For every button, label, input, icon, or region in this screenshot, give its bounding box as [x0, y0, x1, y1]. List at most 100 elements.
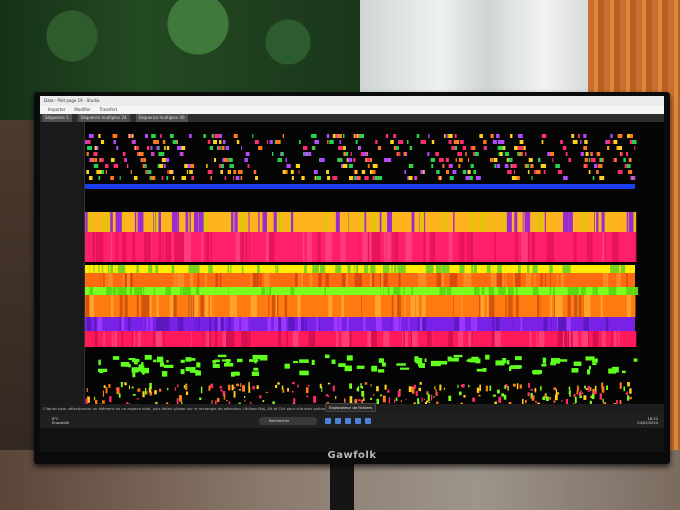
- noise-tick: [568, 386, 571, 391]
- band-stripe: [417, 232, 424, 262]
- noise-tick: [574, 396, 577, 403]
- band-stripe: [475, 212, 480, 232]
- file-explorer-icon[interactable]: [325, 418, 331, 424]
- band-stripe: [539, 295, 541, 317]
- taskbar: 8°C Ensoleillé Rechercher 18:52 04/02/20…: [40, 414, 664, 428]
- band-stripe: [497, 273, 503, 287]
- ribbon-item-modifier[interactable]: Modifier: [74, 106, 90, 114]
- ribbon-item-transfert[interactable]: Transfert: [100, 106, 118, 114]
- mail-icon[interactable]: [345, 418, 351, 424]
- noise-tick: [601, 382, 604, 389]
- green-block: [633, 358, 638, 362]
- noise-tick: [629, 396, 632, 400]
- sparse-mark: [407, 176, 409, 180]
- band-stripe: [544, 212, 546, 232]
- sparse-mark: [221, 164, 224, 168]
- noise-tick: [623, 386, 626, 392]
- band-stripe: [538, 232, 545, 262]
- band-stripe: [594, 212, 597, 232]
- sparse-mark: [86, 170, 89, 174]
- band-stripe: [496, 232, 500, 262]
- band-stripe: [129, 295, 135, 317]
- band-stripe: [278, 331, 282, 347]
- noise-tick: [583, 395, 587, 400]
- sparse-mark: [354, 176, 356, 180]
- band-stripe: [369, 295, 376, 317]
- weather-widget[interactable]: 8°C Ensoleillé: [52, 417, 122, 425]
- sparse-mark: [549, 152, 555, 156]
- band-stripe: [474, 273, 480, 287]
- sparse-mark: [241, 146, 243, 150]
- noise-tick: [376, 386, 379, 392]
- sparse-mark: [588, 170, 591, 174]
- band-stripe: [371, 331, 377, 347]
- sparse-mark: [524, 152, 527, 156]
- tab-sequence-24[interactable]: Séquence multiplex 24: [77, 114, 130, 122]
- band-stripe: [142, 287, 147, 295]
- green-block: [97, 368, 108, 373]
- noise-tick: [361, 386, 364, 389]
- band-stripe: [338, 287, 341, 295]
- green-block: [159, 362, 165, 367]
- band-stripe: [210, 232, 212, 262]
- band-stripe: [471, 317, 474, 331]
- band-stripe: [204, 287, 207, 295]
- tab-sequence-40[interactable]: Séquence multiplex 40: [135, 114, 188, 122]
- sparse-mark: [455, 158, 457, 162]
- band-stripe: [201, 232, 204, 262]
- band-stripe: [537, 331, 539, 347]
- band-stripe: [491, 331, 495, 347]
- green-block: [612, 366, 619, 373]
- noise-tick: [293, 398, 296, 404]
- band-stripe: [203, 212, 209, 232]
- sparse-mark: [448, 140, 452, 144]
- noise-tick: [307, 384, 310, 387]
- band-stripe: [206, 287, 211, 295]
- sparse-mark: [629, 134, 634, 138]
- noise-tick: [535, 400, 537, 403]
- band-stripe: [242, 317, 249, 331]
- sparse-mark: [224, 176, 227, 180]
- band-stripe: [171, 212, 178, 232]
- sparse-mark: [527, 170, 530, 174]
- sparse-mark: [448, 134, 453, 138]
- taskbar-search[interactable]: Rechercher: [259, 417, 317, 425]
- band-stripe: [495, 317, 500, 331]
- band-stripe: [241, 331, 245, 347]
- noise-tick: [540, 385, 542, 391]
- settings-icon[interactable]: [365, 418, 371, 424]
- band-stripe: [137, 331, 142, 347]
- sparse-mark: [357, 176, 361, 180]
- band-stripe: [281, 317, 287, 331]
- band-stripe: [602, 232, 605, 262]
- band-stripe: [363, 265, 369, 273]
- noise-tick: [408, 386, 412, 393]
- band-stripe: [508, 295, 511, 317]
- tab-sequence-1[interactable]: Séquence 1: [42, 114, 72, 122]
- browser-icon[interactable]: [335, 418, 341, 424]
- band-stripe: [629, 331, 633, 347]
- band-stripe: [298, 273, 300, 287]
- green-block: [161, 371, 168, 377]
- sparse-mark: [614, 158, 617, 162]
- noise-tick: [468, 384, 470, 388]
- green-block: [356, 365, 365, 369]
- noise-tick: [426, 391, 429, 393]
- noise-tick: [148, 387, 152, 393]
- noise-tick: [561, 399, 563, 402]
- sparse-mark: [571, 134, 575, 138]
- store-icon[interactable]: [355, 418, 361, 424]
- ribbon-item-importer[interactable]: Importer: [48, 106, 65, 114]
- band-stripe: [557, 317, 563, 331]
- sparse-mark: [275, 140, 281, 144]
- sparse-mark: [162, 152, 165, 156]
- band-stripe: [370, 265, 374, 273]
- sparse-mark: [312, 146, 316, 150]
- noise-tick: [395, 397, 398, 401]
- band-stripe: [279, 295, 285, 317]
- band-stripe: [143, 273, 150, 287]
- band-stripe: [173, 295, 177, 317]
- noise-tick: [216, 397, 220, 403]
- sparse-mark: [599, 176, 605, 180]
- band-stripe: [320, 287, 323, 295]
